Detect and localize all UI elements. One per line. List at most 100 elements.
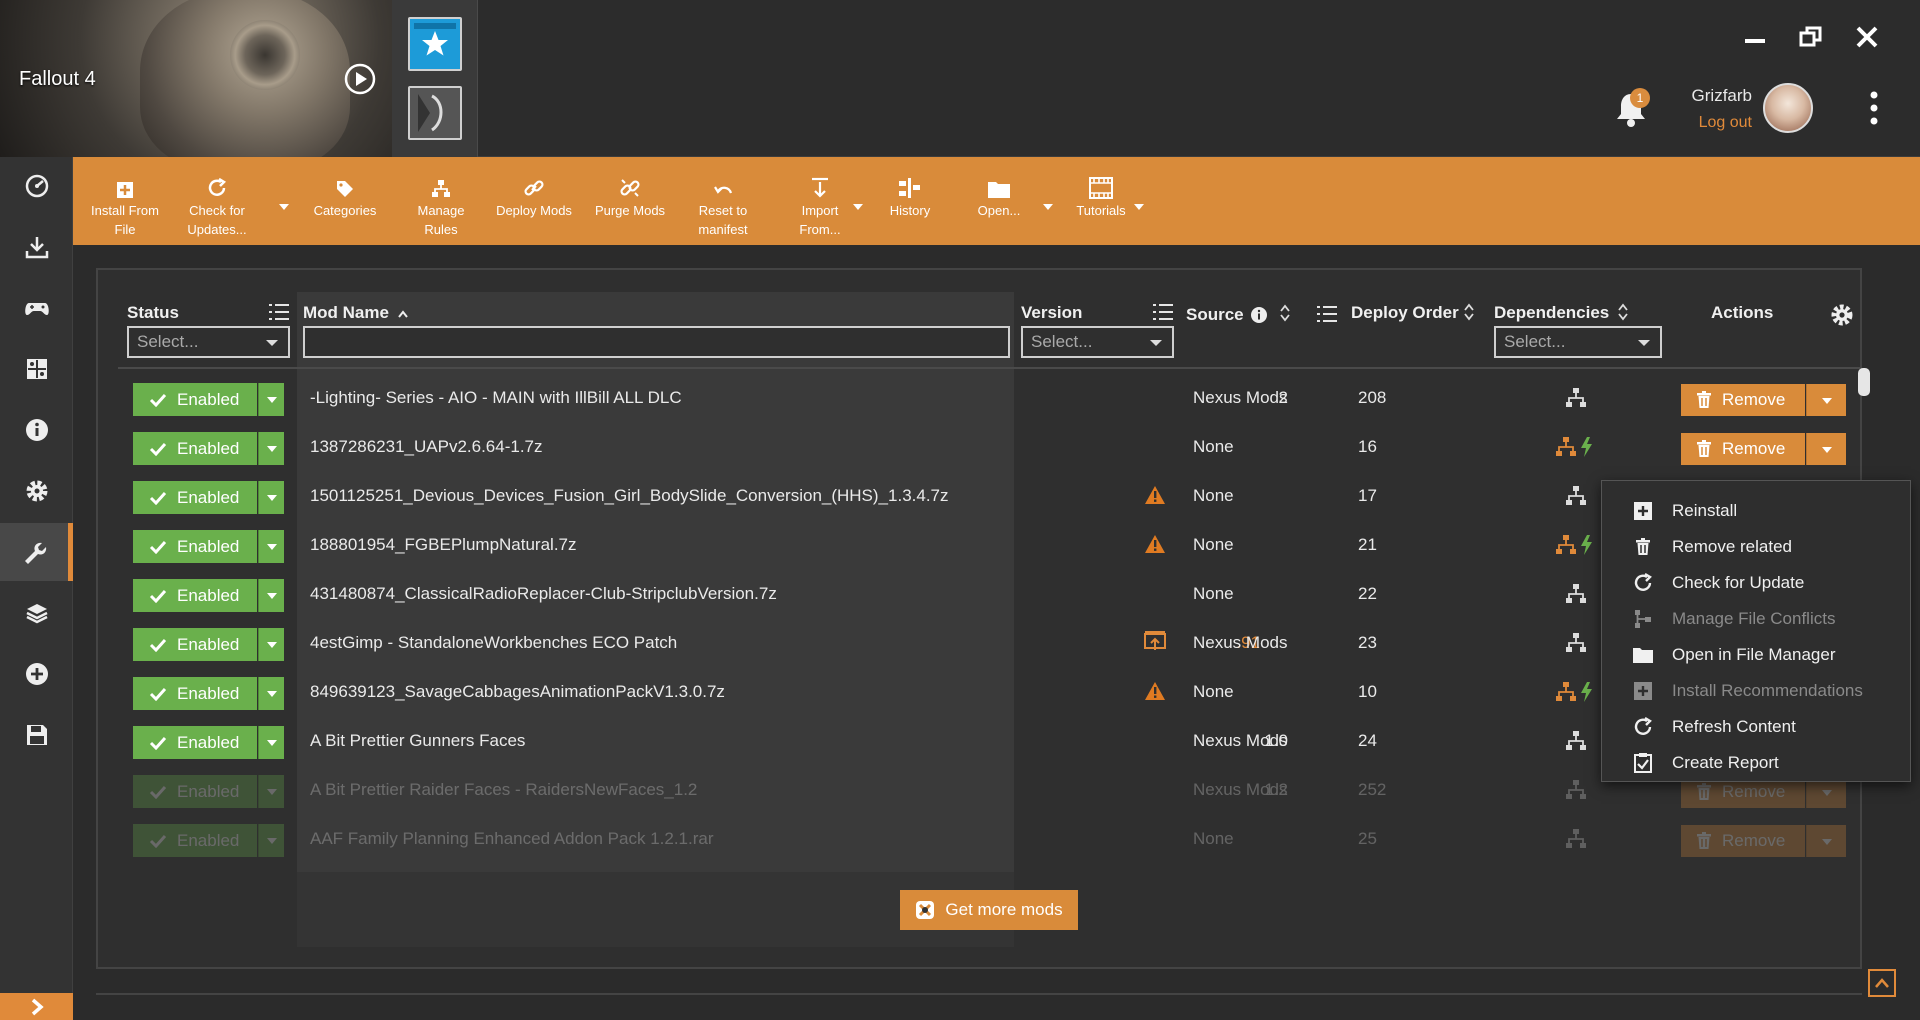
status-dropdown-button[interactable] bbox=[258, 677, 284, 710]
nav-add[interactable] bbox=[0, 645, 73, 703]
avatar[interactable] bbox=[1763, 83, 1813, 133]
status-dropdown-button[interactable] bbox=[258, 432, 284, 465]
table-row[interactable]: Enabled 4estGimp - StandaloneWorkbenches … bbox=[118, 619, 1860, 668]
import-caret-icon[interactable] bbox=[853, 203, 863, 211]
update-available-indicator[interactable] bbox=[1144, 631, 1166, 653]
status-dropdown-button[interactable] bbox=[258, 775, 284, 808]
enabled-toggle-button[interactable]: Enabled bbox=[133, 383, 257, 416]
version-warning-indicator[interactable] bbox=[1144, 534, 1166, 554]
dependencies-indicator[interactable] bbox=[1555, 436, 1599, 458]
table-row[interactable]: Enabled A Bit Prettier Gunners Faces 1.0 Ne… bbox=[118, 717, 1860, 766]
dependencies-indicator[interactable] bbox=[1565, 485, 1587, 507]
enabled-toggle-button[interactable]: Enabled bbox=[133, 775, 257, 808]
table-row[interactable]: Enabled 1387286231_UAPv2.6.64-1.7z None 16 R… bbox=[118, 423, 1860, 472]
gear-icon[interactable] bbox=[1830, 303, 1854, 327]
dependencies-filter[interactable]: Select... bbox=[1494, 326, 1662, 358]
deploy-mods-button[interactable]: Deploy Mods bbox=[491, 157, 577, 245]
purge-mods-button[interactable]: Purge Mods bbox=[587, 157, 673, 245]
table-row[interactable]: Enabled 431480874_ClassicalRadioReplacer-… bbox=[118, 570, 1860, 619]
mod-name-header[interactable]: Mod Name bbox=[303, 303, 408, 323]
enabled-toggle-button[interactable]: Enabled bbox=[133, 677, 257, 710]
categories-button[interactable]: Categories bbox=[301, 157, 389, 245]
deploy-order-header[interactable]: Deploy Order bbox=[1351, 303, 1459, 323]
enabled-toggle-button[interactable]: Enabled bbox=[133, 432, 257, 465]
nav-settings[interactable] bbox=[0, 462, 73, 520]
enabled-toggle-button[interactable]: Enabled bbox=[133, 481, 257, 514]
nav-saves[interactable] bbox=[0, 706, 73, 764]
remove-options-button[interactable] bbox=[1806, 384, 1846, 416]
dependencies-indicator[interactable] bbox=[1565, 779, 1587, 801]
install-from-file-button[interactable]: Install From File bbox=[87, 157, 163, 245]
nav-games[interactable] bbox=[0, 279, 73, 337]
status-dropdown-button[interactable] bbox=[258, 579, 284, 612]
status-dropdown-button[interactable] bbox=[258, 726, 284, 759]
version-filter[interactable]: Select... bbox=[1021, 326, 1174, 358]
remove-options-button[interactable] bbox=[1806, 825, 1846, 857]
version-warning-indicator[interactable] bbox=[1144, 485, 1166, 505]
mod-name-filter[interactable] bbox=[303, 326, 1010, 358]
enabled-toggle-button[interactable]: Enabled bbox=[133, 824, 257, 857]
star-tool-tile[interactable] bbox=[408, 17, 462, 71]
tutorials-button[interactable]: Tutorials bbox=[1063, 157, 1139, 245]
dependencies-indicator[interactable] bbox=[1565, 387, 1587, 409]
sort-icon[interactable] bbox=[1280, 304, 1290, 322]
version-header[interactable]: Version bbox=[1021, 303, 1082, 323]
remove-button[interactable]: Remove bbox=[1681, 433, 1805, 465]
open-caret-icon[interactable] bbox=[1043, 203, 1053, 211]
dependencies-indicator[interactable] bbox=[1565, 730, 1587, 752]
table-row[interactable]: Enabled 1501125251_Devious_Devices_Fusion… bbox=[118, 472, 1860, 521]
table-row[interactable]: Enabled 188801954_FGBEPlumpNatural.7z None… bbox=[118, 521, 1860, 570]
status-dropdown-button[interactable] bbox=[258, 628, 284, 661]
source-header[interactable]: Source bbox=[1186, 305, 1244, 325]
menu-item-check-for-update[interactable]: Check for Update bbox=[1602, 565, 1910, 601]
status-dropdown-button[interactable] bbox=[258, 530, 284, 563]
dependencies-indicator[interactable] bbox=[1565, 632, 1587, 654]
import-from-button[interactable]: Import From... bbox=[781, 157, 859, 245]
dependencies-indicator[interactable] bbox=[1565, 828, 1587, 850]
menu-item-reinstall[interactable]: Reinstall bbox=[1602, 493, 1910, 529]
list-icon[interactable] bbox=[1152, 303, 1174, 321]
table-row[interactable]: Enabled AAF Family Planning Enhanced Addo… bbox=[118, 815, 1860, 864]
sort-icon[interactable] bbox=[1618, 303, 1628, 321]
expand-nav-button[interactable] bbox=[0, 993, 73, 1020]
nav-mods[interactable] bbox=[0, 523, 73, 581]
enabled-toggle-button[interactable]: Enabled bbox=[133, 628, 257, 661]
menu-item-create-report[interactable]: Create Report bbox=[1602, 745, 1910, 781]
secondary-tool-tile[interactable] bbox=[408, 86, 462, 140]
status-dropdown-button[interactable] bbox=[258, 383, 284, 416]
status-filter[interactable]: Select... bbox=[127, 326, 290, 358]
remove-button[interactable]: Remove bbox=[1681, 825, 1805, 857]
manage-rules-button[interactable]: Manage Rules bbox=[400, 157, 482, 245]
check-updates-caret-icon[interactable] bbox=[279, 203, 289, 211]
status-dropdown-button[interactable] bbox=[258, 824, 284, 857]
nav-plugins[interactable] bbox=[0, 584, 73, 642]
dependencies-indicator[interactable] bbox=[1555, 534, 1599, 556]
enabled-toggle-button[interactable]: Enabled bbox=[133, 530, 257, 563]
history-button[interactable]: History bbox=[875, 157, 945, 245]
get-more-mods-button[interactable]: Get more mods bbox=[900, 890, 1078, 930]
menu-item-refresh-content[interactable]: Refresh Content bbox=[1602, 709, 1910, 745]
table-row[interactable]: Enabled -Lighting- Series - AIO - MAIN wi… bbox=[118, 374, 1860, 423]
version-warning-indicator[interactable] bbox=[1144, 681, 1166, 701]
dependencies-indicator[interactable] bbox=[1565, 583, 1587, 605]
table-row[interactable]: Enabled 849639123_SavageCabbagesAnimation… bbox=[118, 668, 1860, 717]
remove-options-button[interactable] bbox=[1806, 433, 1846, 465]
status-header[interactable]: Status bbox=[127, 303, 179, 323]
scroll-to-top-button[interactable] bbox=[1868, 969, 1896, 997]
more-options-icon[interactable] bbox=[1866, 90, 1882, 126]
play-icon[interactable] bbox=[343, 62, 377, 96]
list-icon[interactable] bbox=[1316, 305, 1338, 323]
dependencies-header[interactable]: Dependencies bbox=[1494, 303, 1609, 323]
enabled-toggle-button[interactable]: Enabled bbox=[133, 726, 257, 759]
minimize-icon[interactable] bbox=[1740, 22, 1770, 52]
game-banner[interactable]: Fallout 4 bbox=[0, 0, 392, 157]
remove-button[interactable]: Remove bbox=[1681, 384, 1805, 416]
nav-about[interactable] bbox=[0, 401, 73, 459]
tutorials-caret-icon[interactable] bbox=[1134, 203, 1144, 211]
reset-to-manifest-button[interactable]: Reset to manifest bbox=[684, 157, 762, 245]
logout-link[interactable]: Log out bbox=[1699, 114, 1752, 132]
nav-downloads[interactable] bbox=[0, 218, 73, 276]
menu-item-remove-related[interactable]: Remove related bbox=[1602, 529, 1910, 565]
sort-icon[interactable] bbox=[1464, 303, 1474, 321]
close-icon[interactable] bbox=[1852, 22, 1882, 52]
